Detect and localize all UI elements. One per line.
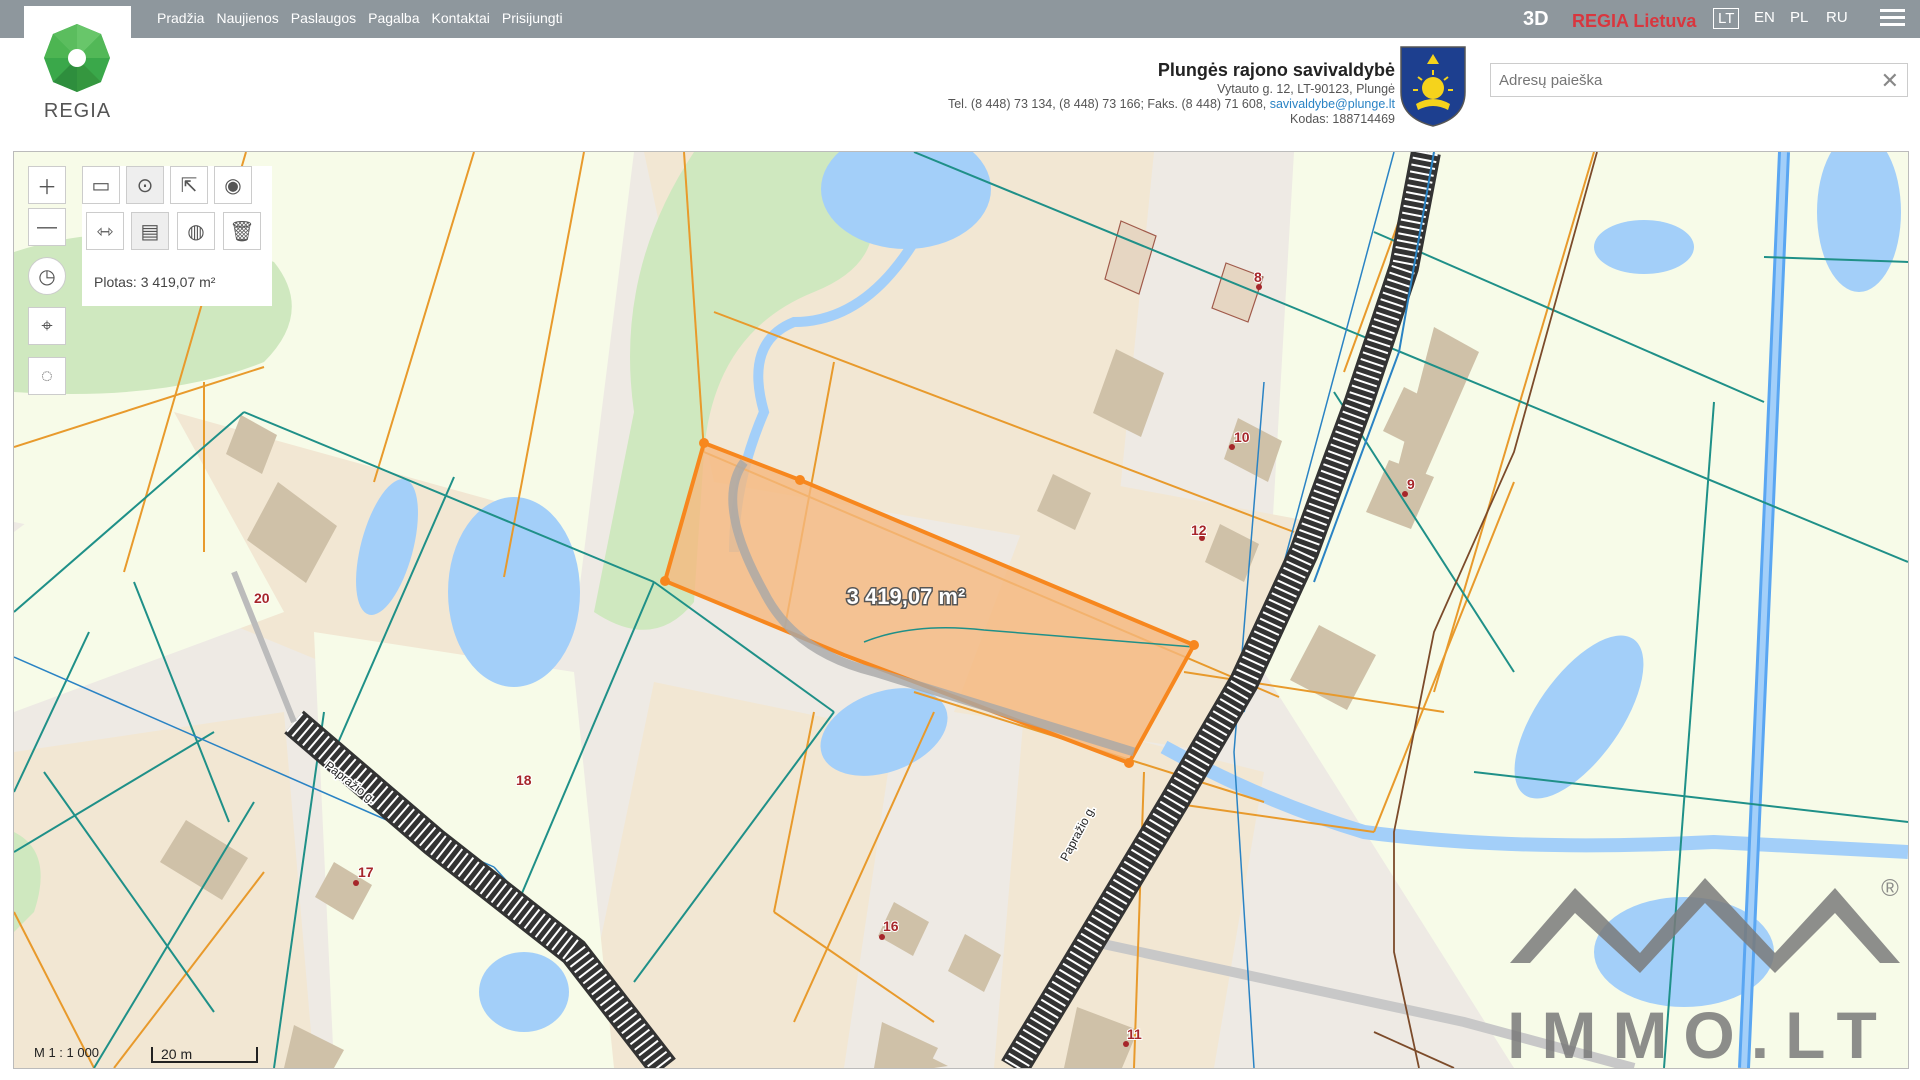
regia-logo[interactable]: REGIA — [24, 6, 131, 126]
3d-button[interactable]: 3D — [1523, 8, 1549, 31]
history-icon[interactable]: ◷ — [28, 257, 66, 295]
municipality-title: Plungės rajono savivaldybė — [1157, 60, 1395, 80]
municipality-phones: Tel. (8 448) 73 134, (8 448) 73 166; Fak… — [947, 97, 1267, 111]
regia-lietuva-link[interactable]: REGIA Lietuva — [1572, 11, 1696, 32]
scale-bar: 20 m — [151, 1047, 258, 1063]
nav-kontaktai[interactable]: Kontaktai — [432, 10, 490, 26]
municipality-code: Kodas: 188714469 — [1290, 112, 1395, 126]
immo-watermark: ® IMMO.LT — [1507, 875, 1900, 1068]
nav-pradzia[interactable]: Pradžia — [157, 10, 204, 26]
lang-ru[interactable]: RU — [1822, 8, 1852, 27]
house-number: 20 — [254, 590, 270, 606]
house-number: 8 — [1254, 269, 1262, 285]
top-bar: Pradžia Naujienos Paslaugos Pagalba Kont… — [0, 0, 1920, 38]
house-number: 18 — [516, 772, 532, 788]
nav-prisijungti[interactable]: Prisijungti — [502, 10, 563, 26]
export-icon[interactable]: ⇱ — [170, 166, 208, 204]
house-number: 10 — [1234, 429, 1250, 445]
locate-icon[interactable]: ⌖ — [28, 307, 66, 345]
registered-mark: ® — [1881, 875, 1899, 902]
house-number: 9 — [1407, 476, 1415, 492]
nav-pagalba[interactable]: Pagalba — [368, 10, 419, 26]
house-number: 16 — [883, 918, 899, 934]
lithuania-map-icon[interactable]: ◌ — [28, 357, 66, 395]
zoom-in-button[interactable]: ＋ — [28, 166, 66, 204]
logo-text: REGIA — [43, 100, 112, 122]
house-number: 12 — [1191, 522, 1207, 538]
lang-en[interactable]: EN — [1750, 8, 1779, 27]
municipality-email[interactable]: savivaldybe@plunge.lt — [1270, 97, 1395, 111]
map-scale: M 1 : 1 000 — [34, 1045, 100, 1060]
zoom-out-button[interactable]: — — [28, 208, 66, 246]
main-nav: Pradžia Naujienos Paslaugos Pagalba Kont… — [157, 10, 563, 26]
menu-icon[interactable] — [1880, 9, 1905, 29]
lang-lt[interactable]: LT — [1713, 8, 1740, 29]
pin-icon[interactable]: ⊙ — [126, 166, 164, 204]
address-search[interactable]: ✕ — [1490, 63, 1908, 97]
municipality-info: Plungės rajono savivaldybė Vytauto g. 12… — [948, 58, 1395, 127]
lang-pl[interactable]: PL — [1786, 8, 1812, 27]
coat-of-arms-icon — [1400, 46, 1466, 127]
parcel-area-label: 3 419,07 m² — [847, 584, 966, 609]
house-number: 11 — [1127, 1026, 1142, 1042]
measure-area-icon[interactable]: ▤ — [131, 212, 169, 250]
measure-ruler-icon[interactable]: ▭ — [82, 166, 120, 204]
target-icon[interactable]: ◉ — [214, 166, 252, 204]
clear-search-icon[interactable]: ✕ — [1881, 68, 1899, 94]
house-number: 17 — [358, 864, 374, 880]
measure-distance-icon[interactable]: ⇿ — [86, 212, 124, 250]
municipality-address: Vytauto g. 12, LT-90123, Plungė — [1217, 82, 1395, 96]
select-area-icon[interactable]: ◍ — [177, 212, 215, 250]
delete-icon[interactable]: 🗑 — [223, 212, 261, 250]
address-search-input[interactable] — [1497, 64, 1871, 96]
immo-text: IMMO.LT — [1507, 998, 1893, 1068]
nav-paslaugos[interactable]: Paslaugos — [291, 10, 356, 26]
regia-logo-icon — [44, 24, 110, 92]
area-readout: Plotas: 3 419,07 m² — [94, 274, 216, 290]
nav-naujienos[interactable]: Naujienos — [216, 10, 278, 26]
